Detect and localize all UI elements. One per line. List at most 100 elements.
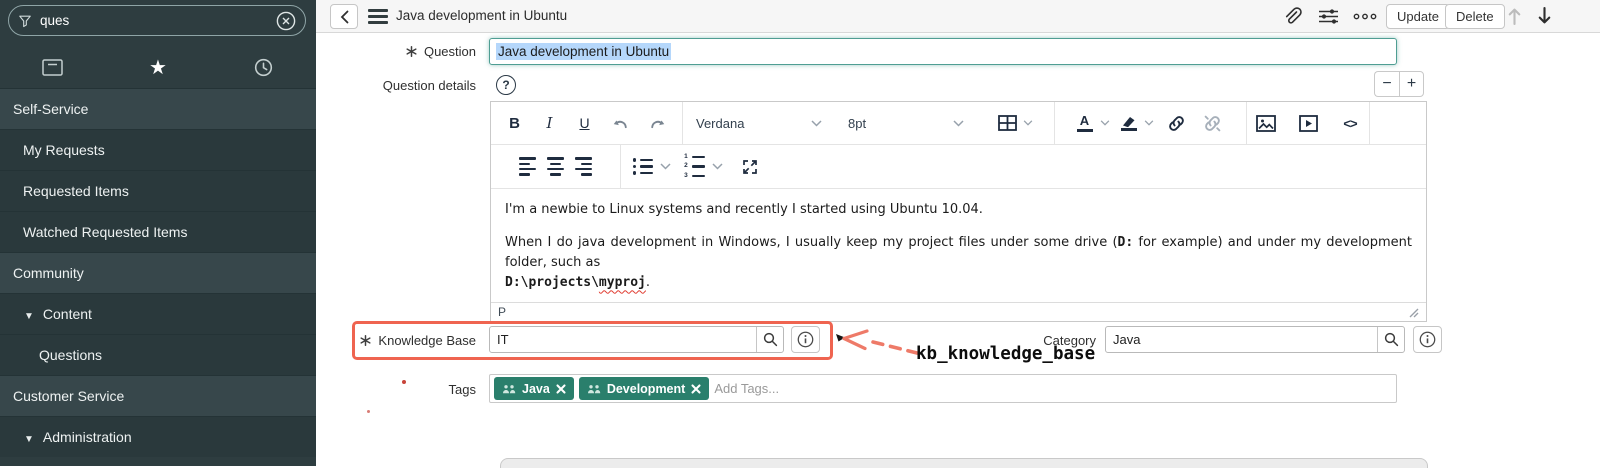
sidebar-item-label: Administration [43, 429, 132, 445]
sidebar-section-label: Community [13, 265, 84, 281]
font-family-select[interactable]: Verdana [683, 102, 835, 144]
tag-label: Development [607, 382, 686, 396]
bullet-list-button[interactable] [633, 145, 653, 188]
previous-record-button[interactable] [1507, 7, 1522, 25]
sidebar-section-community[interactable]: Community [0, 252, 316, 293]
sidebar-item-label: Requested Items [23, 183, 129, 199]
question-input[interactable]: Java development in Ubuntu [489, 38, 1397, 65]
info-icon [1419, 331, 1436, 348]
fullscreen-button[interactable] [735, 145, 765, 188]
shrink-editor-button[interactable]: − [1374, 71, 1399, 97]
category-field [1105, 326, 1405, 353]
search-input[interactable] [40, 13, 268, 28]
remove-link-button[interactable] [1196, 102, 1230, 144]
sidebar-item-requested-items[interactable]: Requested Items [0, 170, 316, 211]
editor-resize-controls: − + [1374, 71, 1424, 97]
clear-search-icon[interactable] [276, 11, 296, 31]
underline-button[interactable]: U [567, 102, 602, 144]
more-icon [1353, 13, 1377, 20]
unlink-icon [1203, 114, 1222, 133]
record-header: Java development in Ubuntu Update Delete [316, 0, 1600, 33]
category-info-button[interactable] [1413, 326, 1442, 353]
down-arrow-icon [1537, 7, 1552, 25]
back-button[interactable] [330, 4, 358, 29]
sidebar-item-my-requests[interactable]: My Requests [0, 129, 316, 170]
help-icon[interactable] [496, 75, 516, 95]
chevron-down-icon[interactable] [1100, 120, 1114, 126]
bullet-list-icon [633, 158, 653, 175]
source-code-button[interactable]: <> [1331, 102, 1369, 144]
context-menu-button[interactable] [368, 9, 388, 24]
highlight-color-button[interactable] [1116, 102, 1142, 144]
tag-label: Java [522, 382, 550, 396]
sidebar-item-content[interactable]: Content [0, 293, 316, 334]
collapsed-section-header[interactable] [500, 458, 1428, 468]
chevron-down-icon[interactable] [660, 163, 676, 170]
text-color-button[interactable]: A [1072, 102, 1098, 144]
editor-toolbar-row2 [491, 145, 1426, 189]
tag-pill-development[interactable]: Development [579, 377, 710, 400]
add-tags-input[interactable] [714, 381, 1392, 396]
required-icon [360, 335, 371, 346]
insert-link-button[interactable] [1160, 102, 1194, 144]
app-navigator-sidebar: ★ Self-Service My Requests Requested Ite… [0, 0, 316, 466]
redo-icon [648, 116, 667, 131]
table-button[interactable] [977, 102, 1053, 144]
knowledge-base-input[interactable] [490, 327, 756, 352]
category-lookup-button[interactable] [1377, 327, 1404, 352]
align-left-icon [519, 157, 536, 176]
remove-tag-icon[interactable] [556, 384, 566, 394]
tag-users-icon [502, 384, 516, 394]
italic-button[interactable]: I [532, 102, 567, 144]
bold-button[interactable]: B [497, 102, 532, 144]
update-button[interactable]: Update [1386, 4, 1450, 29]
font-family-value: Verdana [696, 116, 744, 131]
more-options-button[interactable] [1353, 13, 1377, 20]
element-path: P [498, 305, 506, 319]
align-left-button[interactable] [519, 145, 536, 188]
chevron-down-icon[interactable] [1144, 120, 1158, 126]
sidebar-section-customer-service[interactable]: Customer Service [0, 375, 316, 416]
sidebar-section-self-service[interactable]: Self-Service [0, 88, 316, 129]
highlight-icon [1121, 115, 1137, 127]
resize-handle-icon[interactable] [1408, 307, 1419, 318]
numbered-list-button[interactable] [683, 145, 705, 188]
knowledge-base-label: Knowledge Base [306, 333, 476, 348]
knowledge-base-info-button[interactable] [791, 326, 820, 353]
collapse-icon [24, 429, 34, 445]
align-center-button[interactable] [547, 145, 564, 188]
required-icon [406, 46, 417, 57]
link-icon [1167, 114, 1186, 133]
tag-pill-java[interactable]: Java [494, 377, 574, 400]
insert-video-button[interactable] [1289, 102, 1327, 144]
tab-all-applications[interactable] [0, 47, 105, 88]
insert-image-button[interactable] [1247, 102, 1285, 144]
tab-favorites[interactable]: ★ [105, 47, 210, 88]
sidebar-item-administration[interactable]: Administration [0, 416, 316, 457]
sidebar-section-label: Customer Service [13, 388, 124, 404]
sidebar-item-questions[interactable]: Questions [0, 334, 316, 375]
font-size-select[interactable]: 8pt [835, 102, 977, 144]
annotation-label: kb_knowledge_base [916, 344, 1095, 364]
editor-content[interactable]: I'm a newbie to Linux systems and recent… [491, 189, 1426, 302]
personalize-form-button[interactable] [1318, 8, 1339, 25]
sidebar-item-watched-requested-items[interactable]: Watched Requested Items [0, 211, 316, 252]
personalize-icon [1318, 8, 1339, 25]
attachment-button[interactable] [1282, 6, 1302, 26]
delete-button[interactable]: Delete [1445, 4, 1505, 29]
remove-tag-icon[interactable] [691, 384, 701, 394]
sidebar-item-label: Content [43, 306, 92, 322]
category-input[interactable] [1106, 327, 1377, 352]
undo-button[interactable] [602, 102, 639, 144]
next-record-button[interactable] [1537, 7, 1552, 25]
page-title: Java development in Ubuntu [396, 0, 567, 32]
question-label: Question [286, 44, 476, 59]
chevron-down-icon[interactable] [712, 163, 728, 170]
navigator-search[interactable] [8, 5, 306, 36]
knowledge-base-lookup-button[interactable] [756, 327, 783, 352]
grow-editor-button[interactable]: + [1399, 71, 1424, 97]
favorites-icon: ★ [149, 58, 167, 78]
annotation-speck [367, 410, 370, 413]
redo-button[interactable] [639, 102, 676, 144]
align-right-button[interactable] [575, 145, 592, 188]
